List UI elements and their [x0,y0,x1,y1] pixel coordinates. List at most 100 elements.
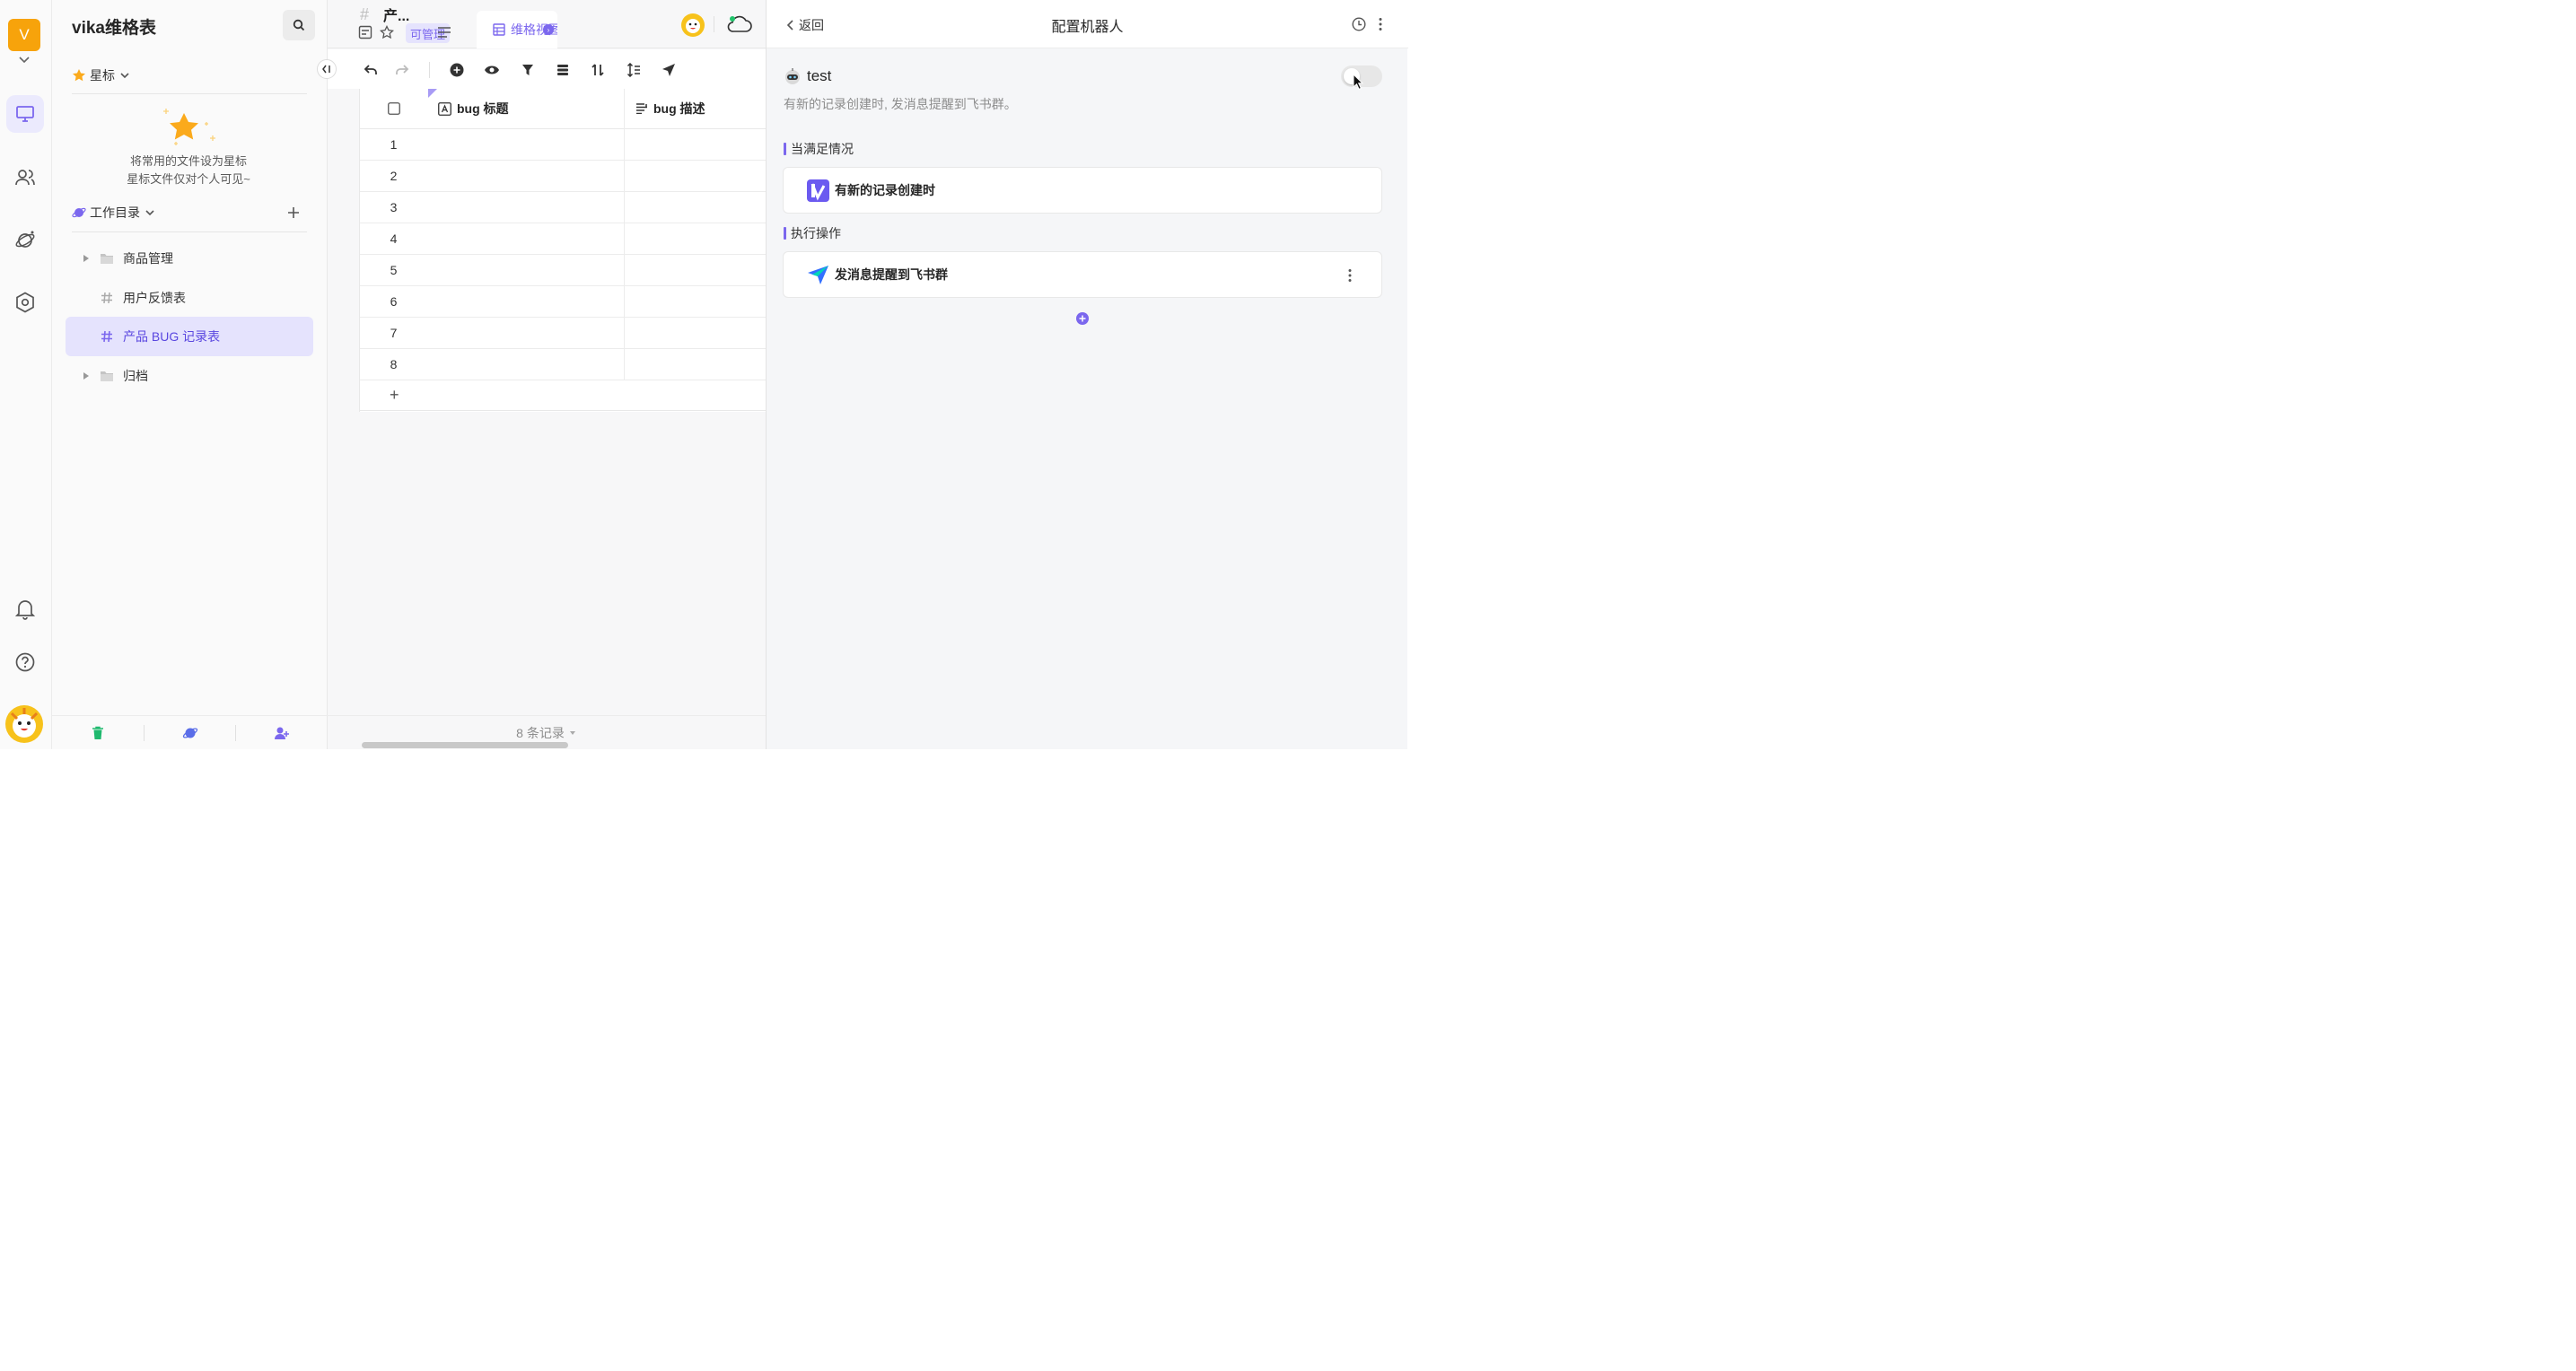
robot-description[interactable]: 有新的记录创建时, 发消息提醒到飞书群。 [784,95,1017,113]
row-height-button[interactable] [625,61,643,79]
add-action-button[interactable] [1076,312,1089,325]
settings-nav-button[interactable] [6,284,44,321]
members-nav-button[interactable] [6,159,44,196]
column-header-title[interactable]: bug 标题 [427,88,625,129]
add-circle-icon [450,63,464,77]
cloud-sync-icon[interactable] [726,14,753,34]
notifications-button[interactable] [6,590,44,628]
search-icon [293,19,305,31]
table-row[interactable]: 1 [360,129,767,161]
share-button[interactable] [660,61,678,79]
send-icon [662,64,675,76]
more-icon[interactable] [1378,17,1383,31]
filter-button[interactable] [519,61,537,79]
plus-icon [288,207,299,218]
add-row-button[interactable]: + [360,380,767,411]
cell-title[interactable] [427,192,625,223]
row-number: 5 [390,263,398,277]
table-row[interactable]: 6 [360,286,767,318]
cell-desc[interactable] [625,255,767,285]
tree-item-archive-folder[interactable]: 归档 [66,356,313,396]
row-number: 1 [390,137,398,152]
feishu-icon [808,265,828,284]
workspace-label: 工作目录 [90,205,140,220]
trash-button[interactable] [52,716,144,750]
horizontal-scrollbar[interactable] [362,742,568,748]
cell-title[interactable] [427,349,625,380]
templates-nav-button[interactable] [6,221,44,258]
description-icon[interactable] [358,25,372,39]
hide-fields-button[interactable] [483,61,501,79]
cell-title[interactable] [427,286,625,317]
table-row[interactable]: 3 [360,192,767,223]
workbench-nav-button[interactable] [6,95,44,133]
filter-icon [522,65,533,75]
redo-button[interactable] [393,61,411,79]
workspace-section-toggle[interactable]: 工作目录 [72,203,156,223]
planet-icon [15,231,35,248]
more-icon[interactable] [1347,268,1353,283]
column-header-desc[interactable]: bug 描述 [625,100,705,118]
table-row[interactable]: 2 [360,161,767,192]
collaborator-avatar[interactable] [680,13,705,38]
add-node-button[interactable] [284,203,303,223]
column-name: bug 描述 [653,101,705,116]
add-record-button[interactable] [448,61,466,79]
cell-title[interactable] [427,129,625,160]
help-icon [15,652,35,672]
cell-desc[interactable] [625,192,767,223]
cell-desc[interactable] [625,286,767,317]
cell-desc[interactable] [625,318,767,348]
sheet-name[interactable]: 产... [383,4,409,25]
cell-title[interactable] [427,255,625,285]
row-height-icon [626,63,640,77]
sort-button[interactable] [589,61,607,79]
expand-arrow-icon[interactable] [80,371,92,380]
trigger-card[interactable]: 有新的记录创建时 [783,167,1382,214]
caret-down-icon[interactable] [568,729,577,737]
cell-title[interactable] [427,318,625,348]
table-row[interactable]: 8 [360,349,767,380]
help-button[interactable] [6,643,44,681]
tree-item-bug-sheet[interactable]: 产品 BUG 记录表 [66,317,313,356]
action-section-title: 执行操作 [784,224,841,242]
collapse-sidebar-button[interactable] [317,59,337,79]
user-avatar[interactable] [4,704,44,744]
cell-desc[interactable] [625,161,767,191]
starred-section-toggle[interactable]: 星标 [72,65,131,85]
chevron-down-icon[interactable] [17,54,31,66]
undo-button[interactable] [362,61,380,79]
datasheet-area: # 产... 可管理 维格视图 › bug 标题 bug 描述 1 2 3 4 … [328,0,767,749]
view-menu-dot[interactable]: › [543,24,554,35]
menu-icon[interactable] [437,26,451,39]
table-row[interactable]: 7 [360,318,767,349]
clock-icon[interactable] [1352,17,1366,31]
cell-title[interactable] [427,161,625,191]
star-outline-icon[interactable] [380,25,394,39]
space-title: vika维格表 [72,19,156,38]
select-all-checkbox[interactable] [360,102,427,115]
cell-title[interactable] [427,223,625,254]
row-number: 8 [390,357,398,371]
robot-icon [785,68,800,84]
collapse-icon [322,65,330,74]
space-logo[interactable]: V [8,19,40,51]
invite-member-button[interactable] [236,716,328,750]
long-text-field-icon [636,103,647,114]
cell-desc[interactable] [625,129,767,160]
expand-arrow-icon[interactable] [80,254,92,263]
cell-desc[interactable] [625,223,767,254]
search-button[interactable] [283,10,315,40]
divider [72,93,307,94]
action-card[interactable]: 发消息提醒到飞书群 [783,251,1382,298]
table-row[interactable]: 5 [360,255,767,286]
cell-desc[interactable] [625,349,767,380]
template-center-button[interactable] [145,716,236,750]
table-row[interactable]: 4 [360,223,767,255]
tree-item-feedback-sheet[interactable]: 用户反馈表 [66,278,313,318]
group-button[interactable] [554,61,572,79]
robot-name[interactable]: test [807,67,831,85]
tree-item-goods-folder[interactable]: 商品管理 [66,239,313,278]
sidebar-footer [52,715,328,749]
left-rail: V [0,0,52,749]
